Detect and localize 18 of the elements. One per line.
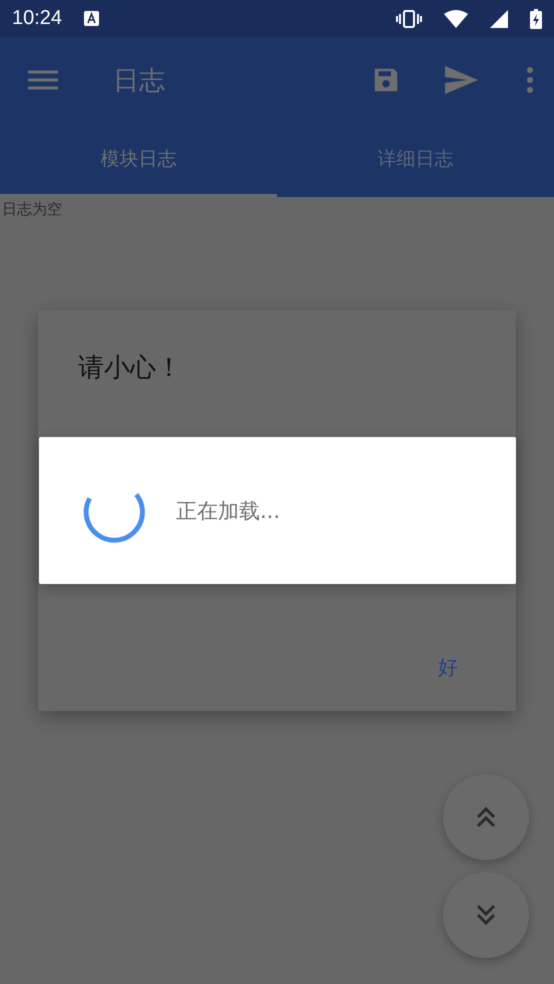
wifi-icon (444, 10, 468, 28)
keyboard-icon (84, 11, 100, 26)
double-chevron-down-icon (475, 904, 497, 926)
double-chevron-up-icon (475, 806, 497, 828)
send-icon[interactable] (445, 66, 478, 94)
menu-icon[interactable] (28, 70, 58, 90)
battery-icon (530, 8, 542, 28)
vibrate-icon (396, 10, 422, 28)
tab[interactable]: 模块日志 (0, 123, 277, 197)
tab[interactable]: 详细日志 (277, 123, 554, 197)
loading-text: 正在加载... (176, 498, 280, 524)
empty-log-text: 日志为空 (1, 199, 63, 220)
ok-button[interactable]: 好 (430, 650, 466, 685)
dialog-title: 请小心！ (78, 352, 182, 385)
signal-icon (490, 10, 508, 28)
more-icon[interactable] (526, 67, 534, 93)
status-time: 10:24 (12, 7, 62, 30)
app-title: 日志 (113, 64, 165, 98)
